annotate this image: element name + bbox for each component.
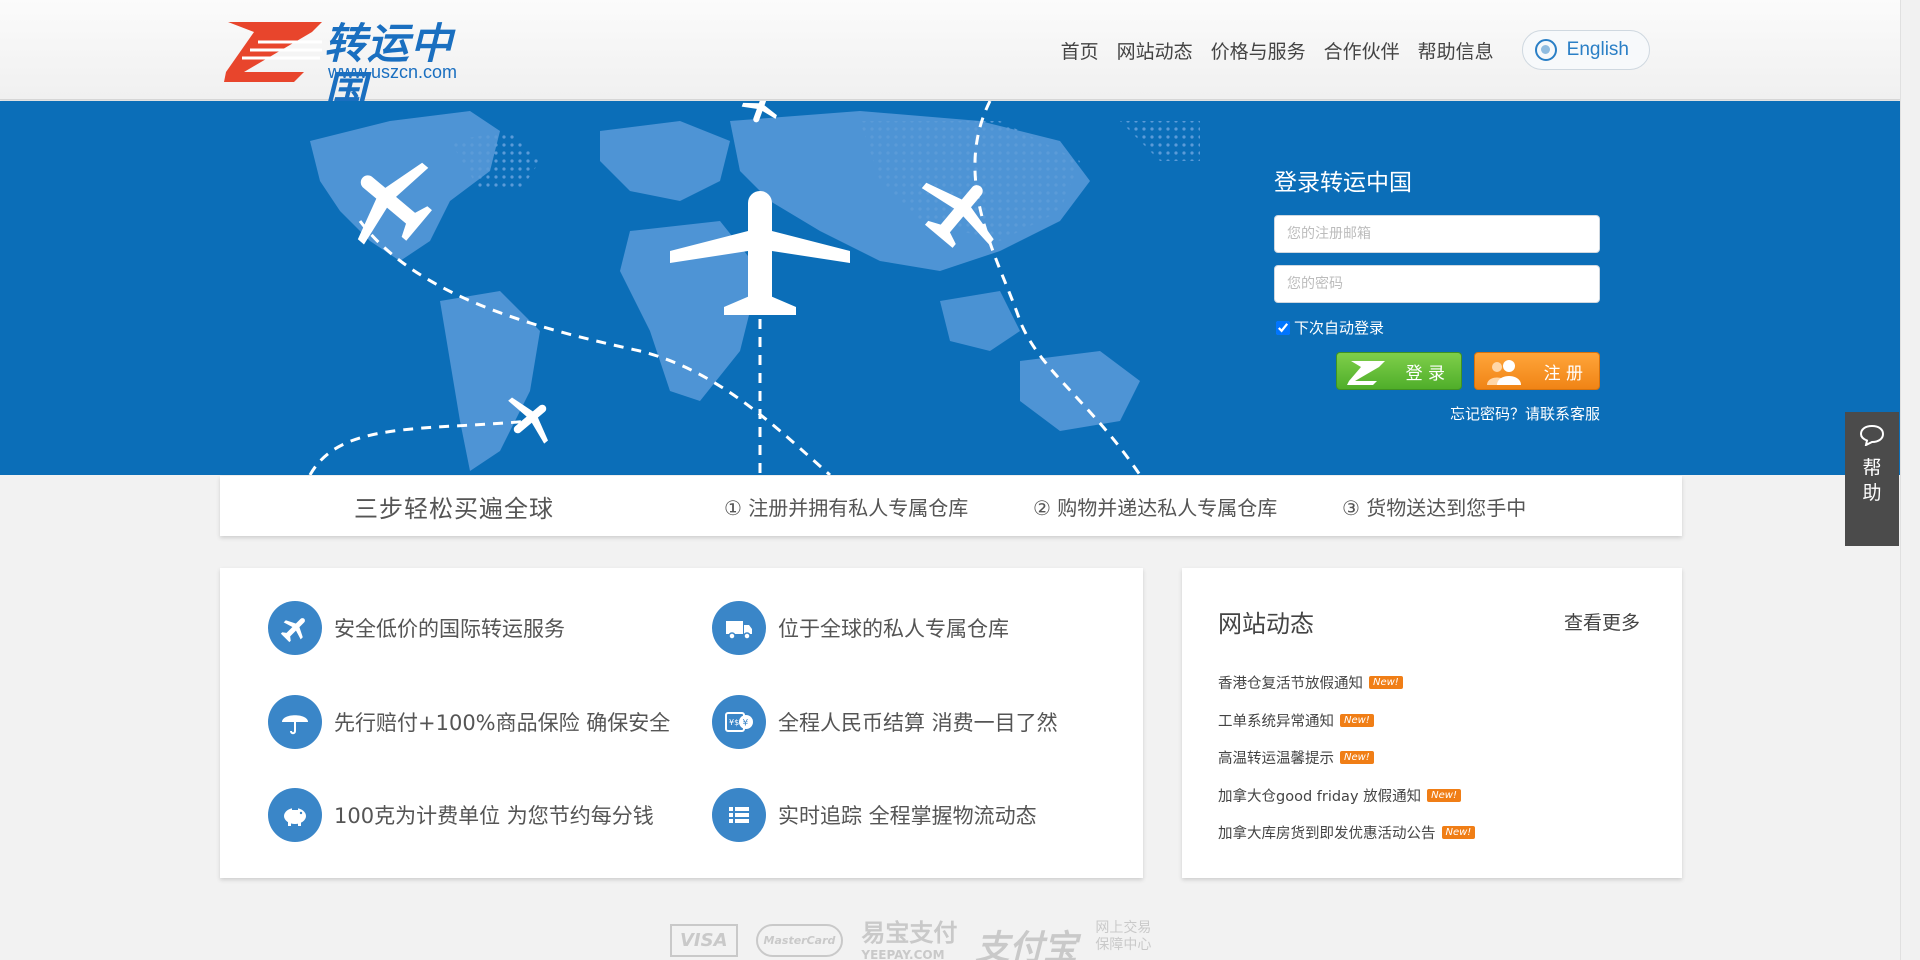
remember-checkbox[interactable] [1276,320,1290,335]
feature-item: ¥$ ¥ 全程人民币结算 消费一目了然 [712,695,1058,749]
register-button[interactable]: 注 册 [1474,352,1600,390]
features-panel: 安全低价的国际转运服务 位于全球的私人专属仓库 先行赔付+100%商品保险 确保… [220,568,1143,878]
news-item[interactable]: 高温转运温馨提示 New! [1218,739,1475,777]
remember-me[interactable]: 下次自动登录 [1276,317,1384,338]
news-more-link[interactable]: 查看更多 [1564,608,1640,635]
login-title: 登录转运中国 [1274,170,1412,196]
new-badge: New! [1340,713,1374,727]
steps-bar: 三步轻松买遍全球 ① 注册并拥有私人专属仓库 ② 购物并递达私人专属仓库 ③ 货… [220,476,1682,536]
feature-text: 位于全球的私人专属仓库 [778,617,1009,641]
feature-item: 100克为计费单位 为您节约每分钱 [268,788,654,842]
news-item-title[interactable]: 工单系统异常通知 [1218,710,1334,731]
steps-headline: 三步轻松买遍全球 [354,494,554,523]
login-label: 登 录 [1405,363,1445,384]
language-label: English [1566,39,1629,60]
svg-text:¥$: ¥$ [729,718,739,727]
news-item-title[interactable]: 加拿大仓good friday 放假通知 [1218,785,1421,806]
chat-bubble-icon [1859,424,1885,446]
step-3: ③ 货物送达到您手中 [1342,495,1527,520]
password-field[interactable] [1274,265,1600,303]
alipay-logo: 支付宝 [975,928,1078,960]
globe-icon [1534,39,1557,61]
feature-text: 实时追踪 全程掌握物流动态 [778,804,1037,828]
yeepay-name: 易宝支付 [861,919,958,947]
feature-item: 实时追踪 全程掌握物流动态 [712,788,1037,842]
language-button[interactable]: English [1521,30,1650,70]
site-header: 转运中国 www.uszcn.com 首页 网站动态 价格与服务 合作伙伴 帮助… [0,0,1900,116]
page-scrollbar[interactable] [1900,0,1920,960]
mastercard-logo: MasterCard [755,924,844,957]
help-side-tab[interactable]: 帮助 [1845,412,1899,546]
yeepay-logo: 易宝支付 YEEPAY.COM [861,920,957,960]
help-label: 帮助 [1862,457,1882,504]
login-button[interactable]: 登 录 [1336,352,1462,390]
truck-icon [726,621,752,640]
forgot-password-link[interactable]: 忘记密码？请联系客服 [1450,403,1600,424]
trade-security-line1: 网上交易 [1095,920,1152,936]
umbrella-icon [282,715,308,735]
feature-text: 全程人民币结算 消费一目了然 [778,711,1058,735]
currency-card-icon: ¥$ ¥ [725,712,753,732]
world-map-illustration [308,101,1200,475]
logo-mark-icon [1347,361,1385,385]
svg-text:¥: ¥ [743,719,749,729]
nav-partners[interactable]: 合作伙伴 [1324,37,1400,64]
news-title: 网站动态 [1218,610,1314,638]
users-icon [1487,360,1521,385]
feature-text: 安全低价的国际转运服务 [334,617,565,641]
nav-pricing[interactable]: 价格与服务 [1211,37,1306,64]
new-badge: New! [1340,751,1374,765]
feature-item: 位于全球的私人专属仓库 [712,601,1009,655]
nav-home[interactable]: 首页 [1061,37,1099,64]
remember-label: 下次自动登录 [1294,319,1385,337]
feature-text: 100克为计费单位 为您节约每分钱 [334,804,654,828]
feature-item: 先行赔付+100%商品保险 确保安全 [268,695,670,749]
news-item-title[interactable]: 加拿大库房货到即发优惠活动公告 [1218,822,1436,843]
trade-security-logo: 网上交易 保障中心 [1095,920,1151,954]
logo-url: www.uszcn.com [328,62,458,82]
hero-banner: 登录转运中国 下次自动登录 登 录 注 册 忘记密码？请联系客服 [0,101,1900,475]
airplane-icon [280,618,305,643]
trade-security-line2: 保障中心 [1095,937,1152,953]
feature-text: 先行赔付+100%商品保险 确保安全 [334,711,671,735]
register-label: 注 册 [1543,363,1583,384]
new-badge: New! [1369,676,1403,690]
logo-mark-icon [224,22,322,82]
payment-logos: VISA MasterCard 易宝支付 YEEPAY.COM 支付宝 网上交易… [670,920,1169,960]
step-2: ② 购物并递达私人专属仓库 [1033,495,1278,520]
news-item-title[interactable]: 高温转运温馨提示 [1218,747,1334,768]
nav-news[interactable]: 网站动态 [1117,37,1193,64]
piggy-bank-icon [284,808,306,826]
news-item[interactable]: 香港仓复活节放假通知 New! [1218,664,1475,702]
news-item[interactable]: 加拿大仓good friday 放假通知 New! [1218,777,1475,815]
visa-logo: VISA [670,924,738,957]
list-icon [729,807,749,823]
feature-item: 安全低价的国际转运服务 [268,601,565,655]
email-field[interactable] [1274,215,1600,253]
news-item[interactable]: 加拿大库房货到即发优惠活动公告 New! [1218,814,1476,852]
news-item-title[interactable]: 香港仓复活节放假通知 [1218,672,1363,693]
new-badge: New! [1441,826,1476,840]
news-item[interactable]: 工单系统异常通知 New! [1218,702,1475,740]
news-panel: 网站动态 查看更多 香港仓复活节放假通知 New! 工单系统异常通知 New! 高温… [1182,568,1682,878]
site-logo[interactable]: 转运中国 www.uszcn.com [224,20,494,116]
main-nav: 首页 网站动态 价格与服务 合作伙伴 帮助信息 English [1043,30,1650,70]
news-list: 香港仓复活节放假通知 New! 工单系统异常通知 New! 高温转运温馨提示 New!… [1218,664,1476,852]
step-1: ① 注册并拥有私人专属仓库 [724,495,969,520]
new-badge: New! [1427,788,1461,802]
nav-help[interactable]: 帮助信息 [1418,37,1494,64]
yeepay-domain: YEEPAY.COM [861,948,945,960]
